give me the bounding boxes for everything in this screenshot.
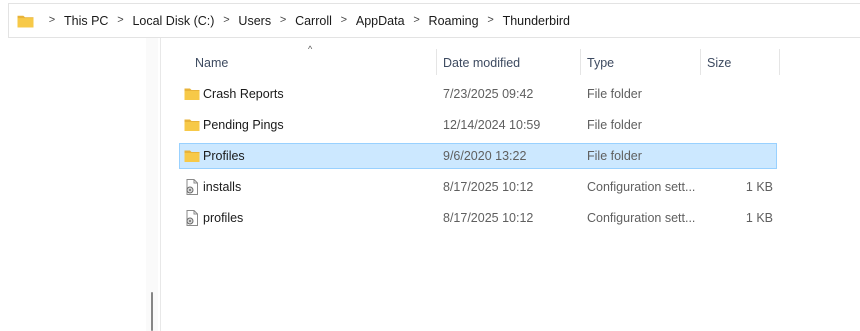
folder-icon	[184, 150, 200, 162]
config-file-icon	[186, 210, 198, 226]
chevron-right-icon[interactable]: >	[40, 15, 64, 26]
chevron-right-icon[interactable]: >	[214, 15, 238, 26]
column-divider[interactable]	[580, 49, 581, 75]
breadcrumb-roaming[interactable]: Roaming	[429, 14, 479, 28]
file-date-modified: 9/6/2020 13:22	[443, 149, 527, 163]
breadcrumb-thunderbird[interactable]: Thunderbird	[503, 14, 570, 28]
address-bar[interactable]: > This PC > Local Disk (C:) > Users > Ca…	[8, 3, 860, 38]
breadcrumb-users[interactable]: Users	[238, 14, 271, 28]
file-type: File folder	[587, 118, 642, 132]
column-divider[interactable]	[436, 49, 437, 75]
breadcrumb-this-pc[interactable]: This PC	[64, 14, 108, 28]
file-name: Profiles	[203, 149, 245, 163]
folder-icon	[184, 119, 200, 131]
file-row[interactable]: Pending Pings 12/14/2024 10:59 File fold…	[179, 112, 777, 138]
column-header-name[interactable]: Name	[195, 50, 435, 76]
config-file-icon	[186, 179, 198, 195]
file-date-modified: 8/17/2025 10:12	[443, 211, 534, 225]
column-divider[interactable]	[779, 49, 780, 75]
chevron-right-icon[interactable]: >	[405, 15, 429, 26]
file-date-modified: 8/17/2025 10:12	[443, 180, 534, 194]
file-type: Configuration sett...	[587, 180, 696, 194]
column-divider[interactable]	[700, 49, 701, 75]
file-size: 1 KB	[745, 211, 773, 225]
column-header-size[interactable]: Size	[707, 50, 777, 76]
file-type: File folder	[587, 149, 642, 163]
folder-icon	[17, 15, 34, 27]
column-header-date-modified[interactable]: Date modified	[443, 50, 573, 76]
file-type: Configuration sett...	[587, 211, 696, 225]
file-name: installs	[203, 180, 242, 194]
file-date-modified: 7/23/2025 09:42	[443, 87, 534, 101]
file-row-selected[interactable]: Profiles 9/6/2020 13:22 File folder	[179, 143, 777, 169]
breadcrumb-local-disk[interactable]: Local Disk (C:)	[132, 14, 214, 28]
column-header-type[interactable]: Type	[587, 50, 697, 76]
breadcrumb-appdata[interactable]: AppData	[356, 14, 405, 28]
file-name: Pending Pings	[203, 118, 284, 132]
file-row[interactable]: profiles 8/17/2025 10:12 Configuration s…	[179, 205, 777, 231]
nav-pane-scrollbar-thumb[interactable]	[151, 292, 153, 331]
file-date-modified: 12/14/2024 10:59	[443, 118, 541, 132]
file-row[interactable]: installs 8/17/2025 10:12 Configuration s…	[179, 174, 777, 200]
breadcrumb: > This PC > Local Disk (C:) > Users > Ca…	[40, 14, 570, 28]
breadcrumb-carroll[interactable]: Carroll	[295, 14, 332, 28]
file-size: 1 KB	[745, 180, 773, 194]
chevron-right-icon[interactable]: >	[332, 15, 356, 26]
chevron-right-icon[interactable]: >	[108, 15, 132, 26]
file-row[interactable]: Crash Reports 7/23/2025 09:42 File folde…	[179, 81, 777, 107]
chevron-right-icon[interactable]: >	[479, 15, 503, 26]
nav-pane-divider[interactable]	[160, 38, 161, 331]
file-type: File folder	[587, 87, 642, 101]
chevron-right-icon[interactable]: >	[271, 15, 295, 26]
folder-icon	[184, 88, 200, 100]
file-name: profiles	[203, 211, 244, 225]
nav-pane-scrollbar[interactable]	[146, 38, 158, 331]
file-name: Crash Reports	[203, 87, 284, 101]
